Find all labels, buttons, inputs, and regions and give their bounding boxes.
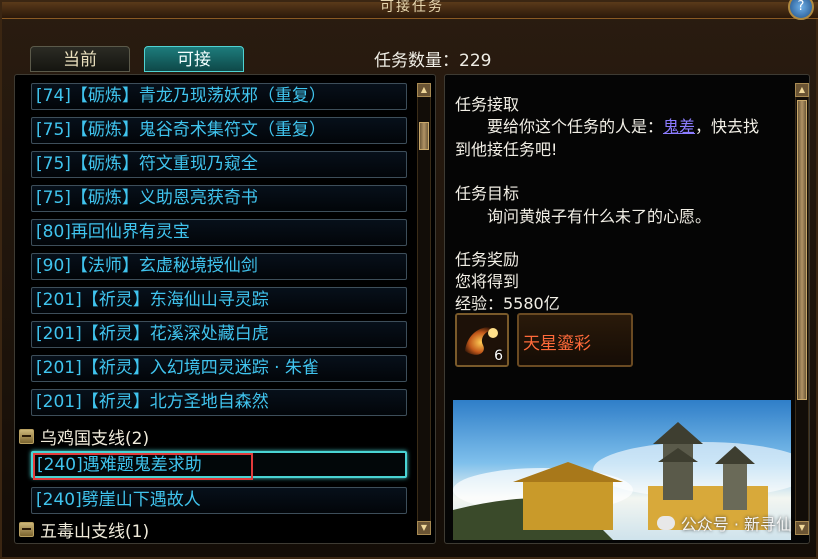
quest-list-item[interactable]: [75]【砺炼】鬼谷奇术集符文（重复）: [31, 117, 407, 144]
window-title: 可接任务: [380, 0, 444, 15]
quest-list-item[interactable]: [74]【砺炼】青龙乃现荡妖邪（重复）: [31, 83, 407, 110]
quest-window: 可接任务 ? 当前 可接 任务数量：229 [74]【砺炼】青龙乃现荡妖邪（重复…: [0, 0, 818, 559]
list-scrollbar[interactable]: ▲ ▼: [417, 83, 431, 535]
quest-group-header[interactable]: 乌鸡国支线(2): [19, 425, 150, 449]
accept-prefix: 要给你这个任务的人是：: [487, 117, 664, 136]
scroll-thumb[interactable]: [797, 100, 807, 400]
reward-heading: 任务奖励: [455, 250, 520, 269]
quest-list-item-selected[interactable]: [240]遇难题鬼差求助: [31, 451, 407, 478]
scroll-down-arrow-icon[interactable]: ▼: [795, 521, 809, 535]
quest-list-item[interactable]: [201]【祈灵】北方圣地自森然: [31, 389, 407, 416]
scroll-thumb[interactable]: [419, 122, 429, 150]
scroll-up-arrow-icon[interactable]: ▲: [795, 83, 809, 97]
tab-acceptable[interactable]: 可接: [144, 46, 244, 72]
help-button[interactable]: ?: [788, 0, 814, 20]
quest-count: 任务数量：229: [374, 51, 492, 71]
watermark-text: 公众号 · 新寻仙: [680, 515, 792, 534]
quest-list-item[interactable]: [75]【砺炼】义助恩亮获奇书: [31, 185, 407, 212]
scroll-up-arrow-icon[interactable]: ▲: [417, 83, 431, 97]
accept-line: 要给你这个任务的人是：鬼差，快去找: [487, 113, 759, 137]
accept-line-2: 到他接任务吧!: [455, 140, 558, 159]
accept-suffix: ，快去找: [695, 117, 760, 136]
quest-list-item[interactable]: [75]【砺炼】符文重现乃窥全: [31, 151, 407, 178]
quest-list-item[interactable]: [240]劈崖山下遇故人: [31, 487, 407, 514]
quest-group-label: 乌鸡国支线(2): [40, 428, 150, 449]
quest-list-item[interactable]: [201]【祈灵】东海仙山寻灵踪: [31, 287, 407, 314]
reward-item-name-box: 天星鎏彩: [517, 313, 633, 367]
quest-list-panel: [74]【砺炼】青龙乃现荡妖邪（重复） [75]【砺炼】鬼谷奇术集符文（重复） …: [14, 74, 436, 544]
quest-list-item[interactable]: [90]【法师】玄虚秘境授仙剑: [31, 253, 407, 280]
quest-group-label: 五毒山支线(1): [40, 521, 150, 542]
detail-scrollbar[interactable]: ▲ ▼: [795, 83, 809, 535]
quest-list-item[interactable]: [201]【祈灵】花溪深处藏白虎: [31, 321, 407, 348]
wechat-icon: [656, 516, 675, 530]
reward-item-slot[interactable]: 6: [455, 313, 509, 367]
accept-heading: 任务接取: [455, 95, 520, 114]
quest-list-item[interactable]: [80]再回仙界有灵宝: [31, 219, 407, 246]
scroll-down-arrow-icon[interactable]: ▼: [417, 521, 431, 535]
exp-reward: 经验：5580亿: [455, 294, 560, 313]
tab-current[interactable]: 当前: [30, 46, 130, 72]
reward-intro: 您将得到: [455, 272, 520, 291]
npc-link[interactable]: 鬼差: [663, 117, 695, 136]
watermark: 公众号 · 新寻仙: [656, 511, 792, 535]
quest-list-item[interactable]: [201]【祈灵】入幻境四灵迷踪 · 朱雀: [31, 355, 407, 382]
collapse-icon[interactable]: [19, 521, 34, 537]
quest-detail-panel: 任务接取 要给你这个任务的人是：鬼差，快去找 到他接任务吧! 任务目标 询问黄娘…: [444, 74, 810, 544]
goal-text: 询问黄娘子有什么未了的心愿。: [487, 207, 712, 226]
reward-item-name: 天星鎏彩: [523, 334, 591, 354]
title-bar: 可接任务 ?: [2, 0, 818, 20]
quest-group-header[interactable]: 五毒山支线(1): [19, 518, 150, 542]
reward-item-quantity: 6: [494, 348, 503, 364]
goal-heading: 任务目标: [455, 184, 520, 203]
collapse-icon[interactable]: [19, 428, 34, 444]
